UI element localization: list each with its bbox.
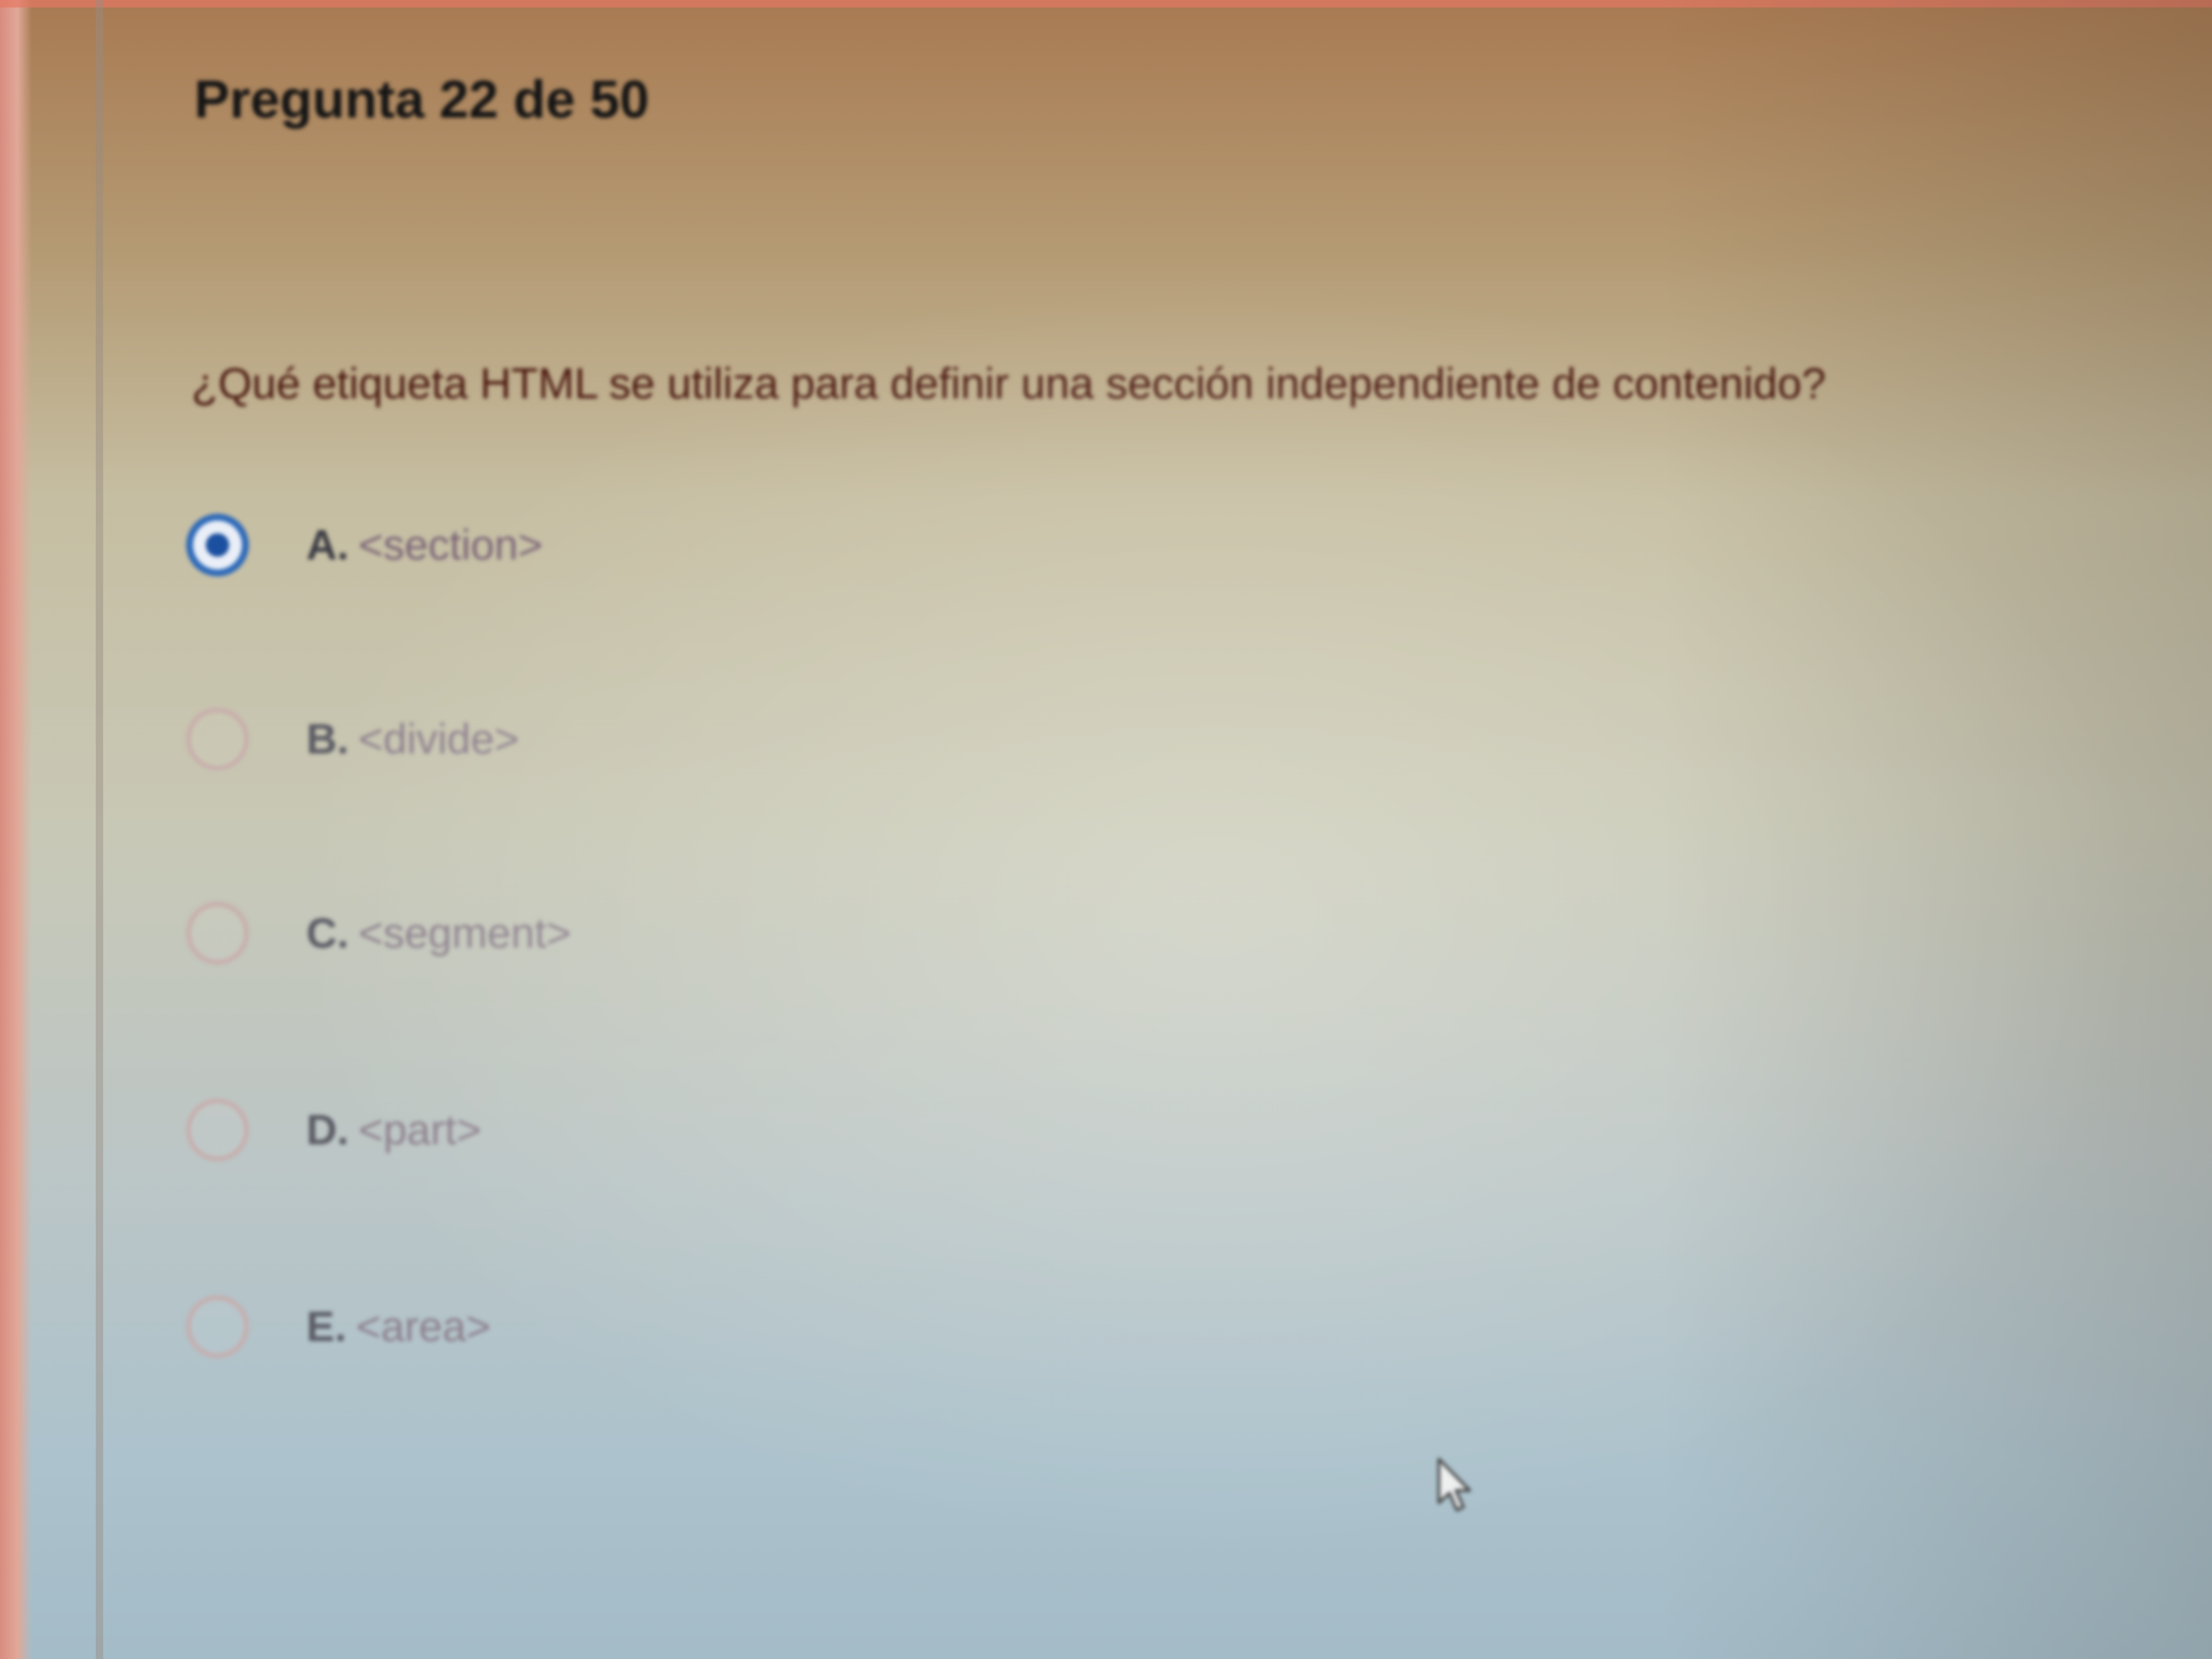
option-letter: A.: [306, 521, 349, 568]
option-label: <section>: [358, 521, 543, 568]
option-letter: C.: [306, 909, 349, 957]
quiz-page: Pregunta 22 de 50 ¿Qué etiqueta HTML se …: [0, 0, 2212, 1659]
question-text: ¿Qué etiqueta HTML se utiliza para defin…: [191, 359, 1826, 408]
radio-button-e[interactable]: [186, 1295, 249, 1358]
option-label: <segment>: [358, 909, 572, 957]
option-letter: B.: [306, 715, 349, 763]
option-c[interactable]: C. <segment>: [186, 893, 1462, 973]
radio-button-d[interactable]: [186, 1099, 249, 1161]
option-label: <area>: [356, 1303, 491, 1350]
option-a[interactable]: A. <section>: [186, 505, 1462, 585]
option-e[interactable]: E. <area>: [186, 1287, 1462, 1367]
option-b[interactable]: B. <divide>: [186, 699, 1462, 779]
radio-button-a[interactable]: [186, 514, 249, 576]
option-label: <divide>: [358, 715, 520, 763]
option-letter: D.: [306, 1106, 349, 1153]
option-letter: E.: [306, 1303, 347, 1350]
radio-selected-dot: [206, 533, 229, 557]
mouse-pointer-icon: [1437, 1457, 1471, 1512]
radio-button-b[interactable]: [186, 708, 249, 770]
radio-button-c[interactable]: [186, 902, 249, 965]
option-label: <part>: [358, 1106, 482, 1153]
question-counter: Pregunta 22 de 50: [194, 70, 649, 129]
option-d[interactable]: D. <part>: [186, 1090, 1462, 1170]
